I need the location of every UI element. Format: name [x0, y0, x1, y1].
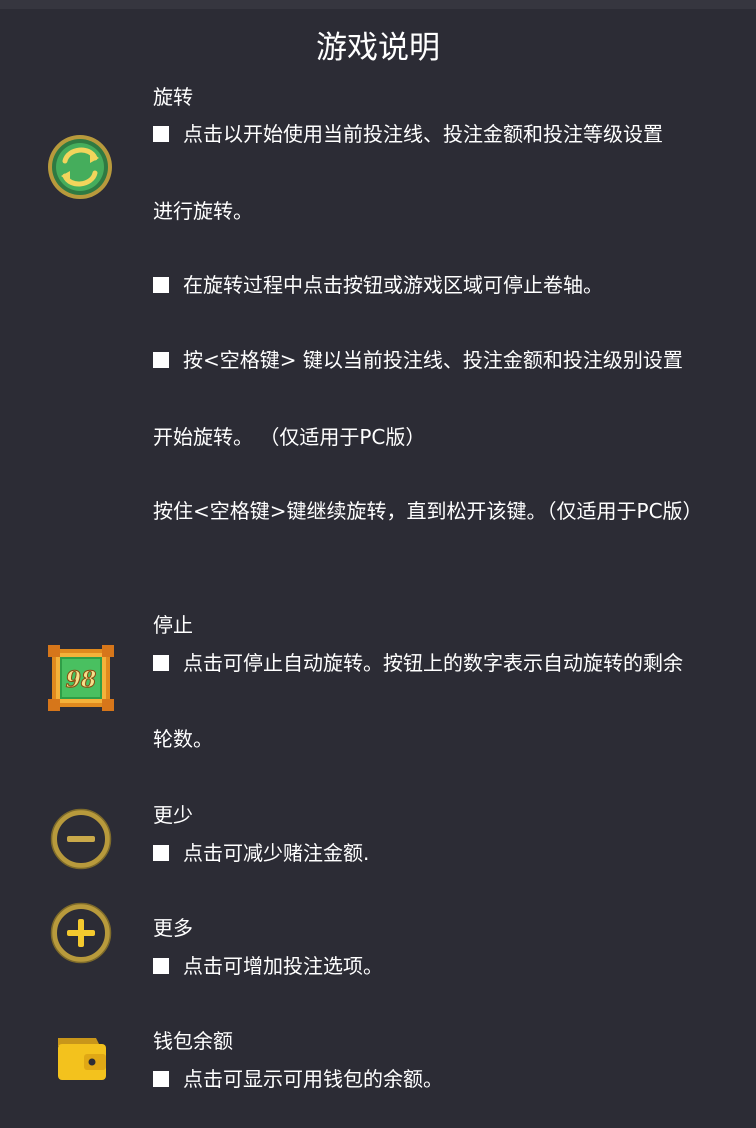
wallet-heading: 钱包余额 [153, 1029, 233, 1053]
spin-line-1: 点击以开始使用当前投注线、投注金额和投注等级设置 [153, 121, 663, 147]
more-heading: 更多 [153, 916, 193, 940]
spin-line-2: 进行旋转。 [153, 199, 253, 223]
more-line-1: 点击可增加投注选项。 [153, 953, 383, 979]
page-title: 游戏说明 [316, 30, 440, 66]
bullet-square [153, 126, 169, 142]
wallet-icon [54, 1032, 110, 1084]
bullet-square [153, 845, 169, 861]
autospin-counter-number: 98 [66, 667, 97, 693]
plus-icon [50, 902, 112, 964]
spin-line-3: 在旋转过程中点击按钮或游戏区域可停止卷轴。 [153, 272, 603, 298]
stop-line-2: 轮数。 [153, 727, 213, 751]
less-line-1: 点击可减少赌注金额. [153, 840, 369, 866]
bullet-square [153, 277, 169, 293]
bullet-square [153, 958, 169, 974]
minus-icon [50, 808, 112, 870]
bullet-square [153, 1071, 169, 1087]
bullet-square [153, 655, 169, 671]
spin-icon [46, 133, 114, 201]
spin-heading: 旋转 [153, 85, 193, 109]
autospin-counter-icon: 98 [48, 645, 114, 711]
spin-line-5: 开始旋转。 （仅适用于PC版） [153, 425, 426, 449]
less-heading: 更少 [153, 803, 193, 827]
stop-heading: 停止 [153, 613, 193, 637]
top-divider [0, 0, 756, 9]
wallet-line-1: 点击可显示可用钱包的余额。 [153, 1066, 443, 1092]
spin-line-6: 按住<空格键>键继续旋转，直到松开该键。（仅适用于PC版） [153, 499, 703, 523]
spin-line-4: 按<空格键> 键以当前投注线、投注金额和投注级别设置 [153, 347, 683, 373]
stop-line-1: 点击可停止自动旋转。按钮上的数字表示自动旋转的剩余 [153, 650, 683, 676]
bullet-square [153, 352, 169, 368]
